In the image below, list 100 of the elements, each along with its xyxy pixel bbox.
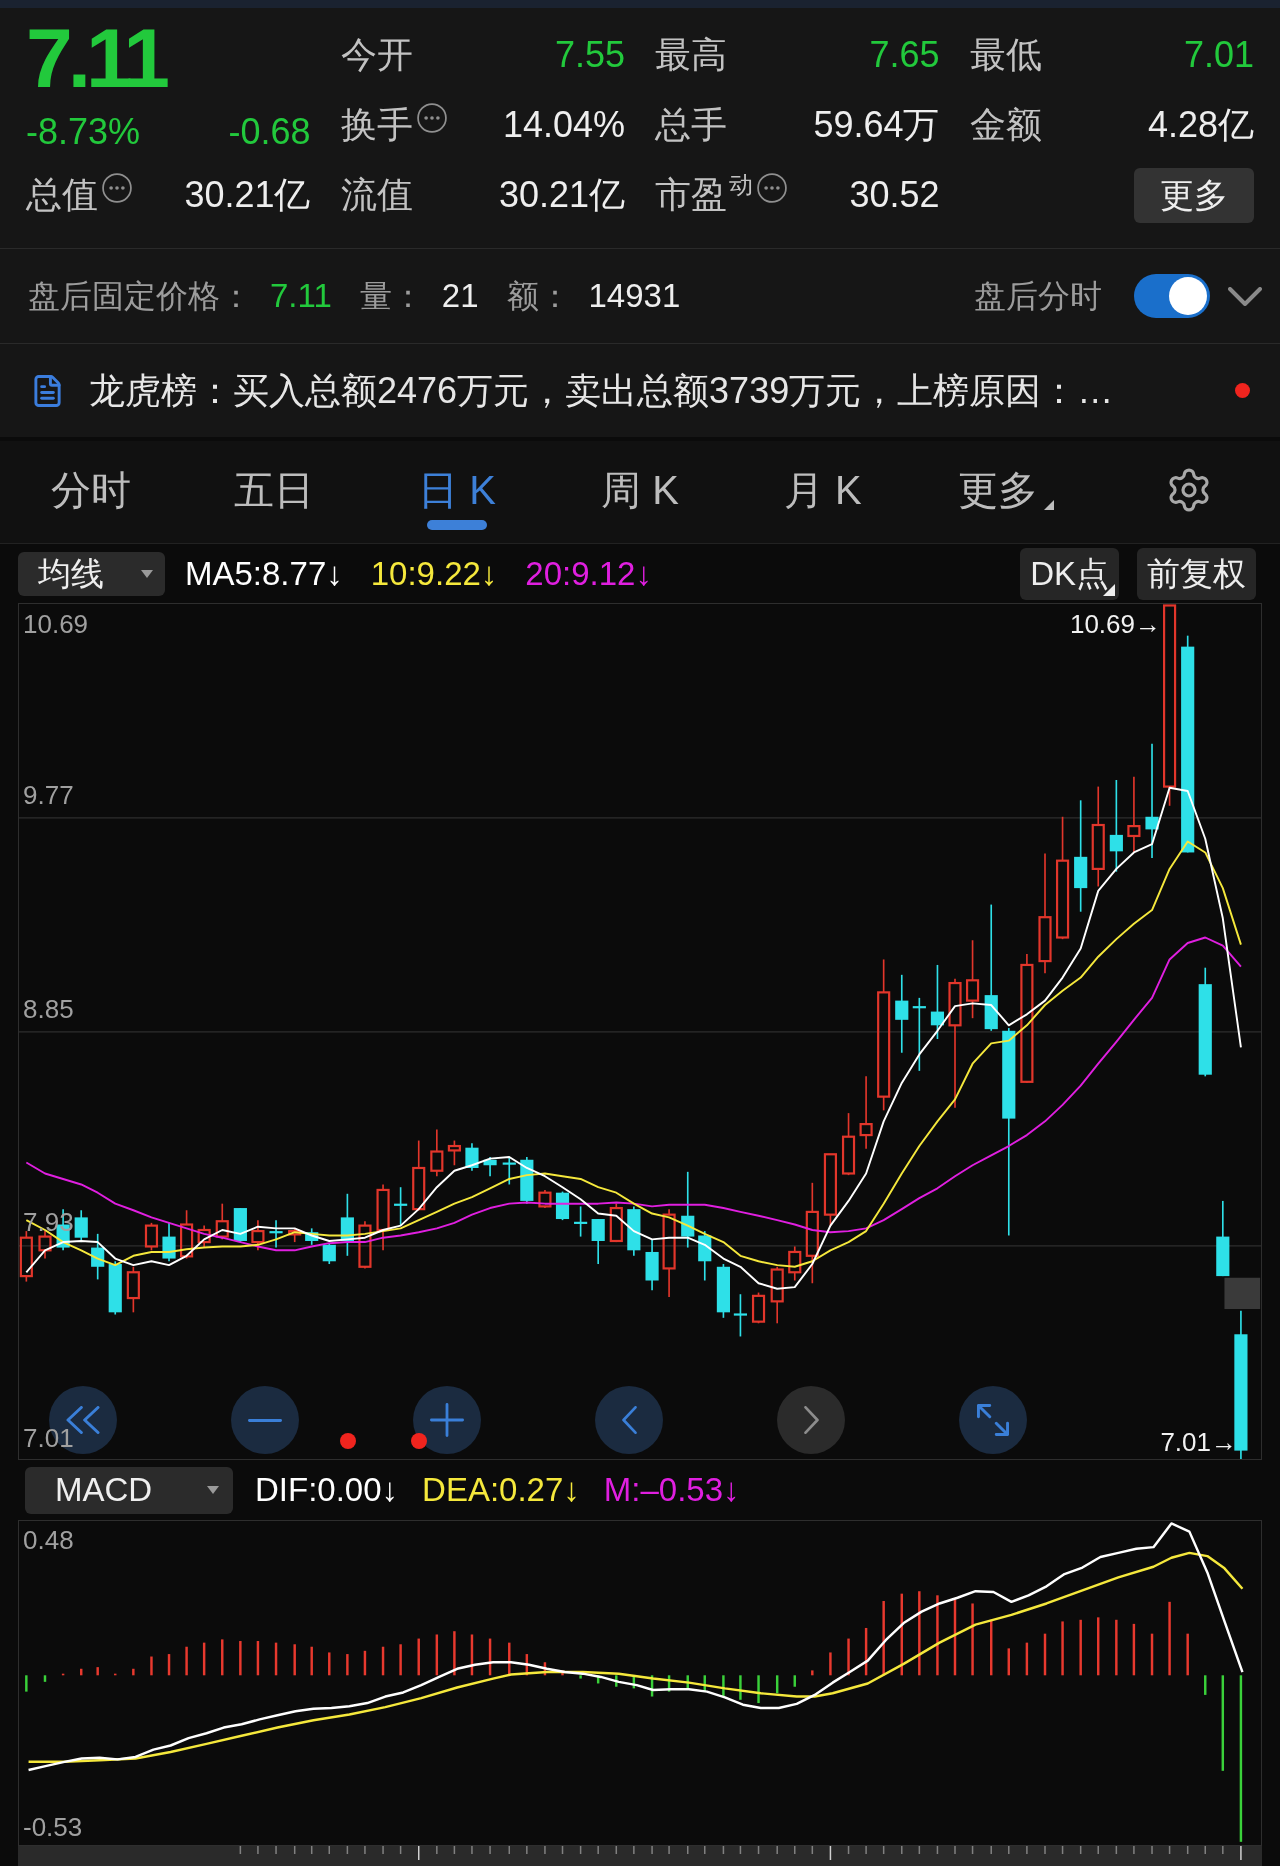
low-price-label: 7.01→ xyxy=(1160,1427,1237,1457)
stat-label: 总值 xyxy=(26,173,98,217)
ellipsis-circle-icon[interactable] xyxy=(416,103,447,133)
dropdown-triangle-icon xyxy=(207,1486,219,1494)
histogram-bar xyxy=(150,1656,153,1676)
histogram-bar xyxy=(274,1642,278,1676)
histogram-bar xyxy=(328,1652,331,1676)
histogram-bar xyxy=(185,1646,188,1676)
histogram-bar xyxy=(1186,1633,1189,1676)
period-tab[interactable]: 更多 xyxy=(957,466,1054,514)
indicator-selector[interactable]: 均线 xyxy=(18,551,165,596)
axis-label: 10.69 xyxy=(23,609,89,639)
histogram-bar xyxy=(167,1654,171,1676)
histogram-bar xyxy=(256,1641,260,1676)
histogram-bar xyxy=(96,1667,99,1676)
notice-text[interactable]: 龙虎榜：买入总额2476万元，卖出总额3739万元，上榜原因：… xyxy=(89,363,1235,418)
histogram-bar xyxy=(990,1619,993,1676)
histogram-bar xyxy=(757,1675,760,1704)
after-hours-value: 7.11 xyxy=(270,276,332,317)
histogram-bar xyxy=(114,1673,117,1676)
stat-label: 金额 xyxy=(969,103,1042,147)
stat-value: 30.21亿 xyxy=(498,173,625,217)
histogram-bar xyxy=(829,1652,832,1676)
histogram-bar xyxy=(1097,1617,1100,1676)
histogram-bar xyxy=(80,1668,83,1676)
histogram-bar xyxy=(363,1650,367,1676)
after-hours-label: 量： xyxy=(359,277,424,316)
indicator-selector[interactable]: MACD xyxy=(25,1466,233,1514)
event-marker-icon xyxy=(411,1433,427,1449)
last-price: 7.11 xyxy=(26,20,165,96)
histogram-bar xyxy=(239,1641,242,1676)
histogram-bar xyxy=(1007,1648,1010,1676)
axis-label: 9.77 xyxy=(23,780,74,810)
indicator-reading: DIF:0.00↓ xyxy=(255,1470,399,1511)
after-hours-value: 14931 xyxy=(588,276,681,317)
change-percent: -8.73% xyxy=(26,110,141,154)
histogram-bar xyxy=(864,1627,868,1676)
histogram-bar xyxy=(543,1662,547,1676)
histogram-bar xyxy=(650,1675,654,1697)
stat-label: 换手 xyxy=(340,103,413,147)
histogram-bar xyxy=(417,1638,420,1676)
indicator-reading: MA5:8.77↓ xyxy=(185,553,343,594)
histogram-bar xyxy=(615,1675,618,1687)
histogram-bar xyxy=(508,1642,511,1676)
stat-label: 市盈$^{动}$ xyxy=(655,173,753,217)
ellipsis-circle-icon[interactable] xyxy=(757,173,787,203)
histogram-bar xyxy=(596,1675,600,1684)
histogram-bar xyxy=(1025,1642,1029,1676)
histogram-bar xyxy=(25,1675,28,1692)
stat-label: 总手 xyxy=(655,103,727,147)
stat-value: 7.01 xyxy=(1183,33,1254,77)
period-tab[interactable]: 日 K xyxy=(418,466,497,530)
chevron-left-icon xyxy=(621,1406,637,1434)
histogram-bar xyxy=(847,1638,850,1676)
indicator-reading: 20:9.12↓ xyxy=(525,553,652,594)
period-tab[interactable]: 分时 xyxy=(51,466,132,514)
chart-option-button[interactable]: DK点 xyxy=(1020,547,1119,600)
histogram-bar xyxy=(435,1634,439,1676)
expand-arrows-icon xyxy=(977,1404,1009,1436)
histogram-bar xyxy=(202,1642,206,1676)
plus-icon xyxy=(430,1403,464,1437)
after-hours-value: 21 xyxy=(441,276,479,317)
document-icon xyxy=(34,374,61,407)
indicator-reading: 10:9.22↓ xyxy=(370,553,498,594)
histogram-bar xyxy=(739,1675,742,1700)
histogram-bar xyxy=(310,1646,313,1676)
period-tab[interactable]: 月 K xyxy=(783,466,862,514)
price-change: -0.68 xyxy=(228,110,311,154)
indicator-reading: DEA:0.27↓ xyxy=(422,1470,580,1511)
histogram-bar xyxy=(470,1634,474,1676)
stat-label: 今开 xyxy=(340,33,413,77)
dropdown-triangle-icon xyxy=(141,569,153,578)
histogram-bar xyxy=(793,1675,796,1687)
histogram-bar xyxy=(488,1638,492,1676)
stat-label: 流值 xyxy=(340,173,413,217)
histogram-bar xyxy=(686,1675,689,1690)
histogram-bar xyxy=(293,1644,296,1676)
histogram-bar xyxy=(1150,1633,1154,1676)
stat-value: 7.55 xyxy=(554,33,625,77)
event-marker-icon xyxy=(340,1433,356,1449)
axis-label: 0.48 xyxy=(23,1525,74,1555)
settings-icon[interactable] xyxy=(1166,468,1211,512)
stat-value: 4.28亿 xyxy=(1147,103,1254,147)
histogram-bar xyxy=(221,1639,224,1676)
ellipsis-circle-icon[interactable] xyxy=(102,173,132,203)
after-hours-toggle[interactable] xyxy=(1134,274,1210,318)
period-tab[interactable]: 周 K xyxy=(601,466,679,514)
chart-option-button[interactable]: 前复权 xyxy=(1137,547,1256,600)
histogram-bar xyxy=(579,1675,582,1679)
histogram-bar xyxy=(1061,1621,1064,1676)
axis-label: -0.53 xyxy=(23,1812,83,1842)
stat-label: 最高 xyxy=(655,33,727,77)
stat-value: 30.21亿 xyxy=(184,173,311,217)
minus-icon xyxy=(248,1418,282,1422)
period-tab[interactable]: 五日 xyxy=(234,466,315,514)
chevron-down-icon[interactable] xyxy=(1228,286,1262,306)
histogram-bar xyxy=(632,1675,636,1689)
axis-label: 8.85 xyxy=(23,994,74,1024)
more-button[interactable]: 更多 xyxy=(1134,167,1254,223)
histogram-bar xyxy=(775,1675,779,1694)
